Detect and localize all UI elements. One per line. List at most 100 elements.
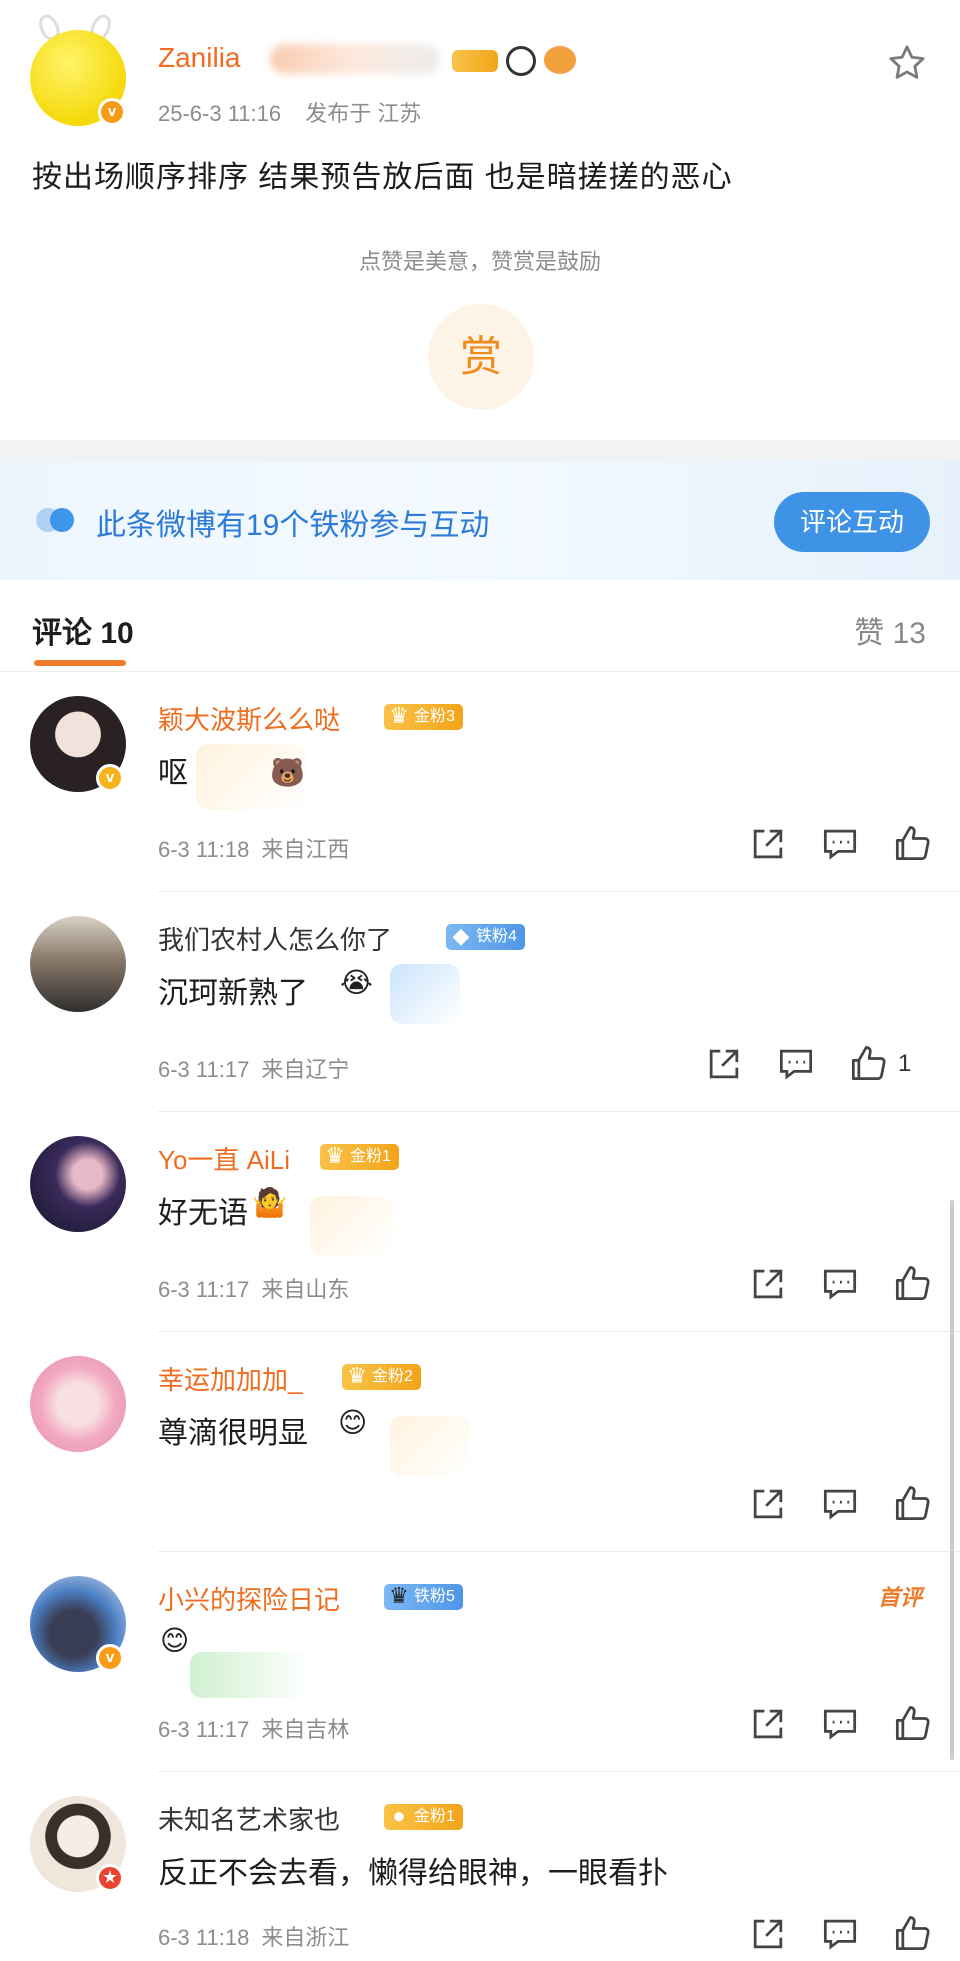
comment-meta: 6-3 11:18 来自浙江 (158, 1920, 361, 1952)
thumbs-up-icon[interactable] (890, 822, 934, 866)
gold-sticker-image (390, 1416, 470, 1476)
share-icon[interactable] (746, 822, 790, 866)
diamond-sticker-image (390, 964, 460, 1024)
fans-banner-text: 此条微博有19个铁粉参与互动 (96, 509, 490, 542)
fans-icon (36, 506, 76, 534)
star-icon[interactable] (886, 42, 928, 84)
reward-tip: 点赞是美意，赞赏是鼓励 (358, 249, 601, 274)
share-icon[interactable] (746, 1912, 790, 1956)
post-timestamp: 25-6-3 11:16 (158, 101, 282, 126)
reward-button[interactable]: 赏 (428, 304, 534, 410)
comment-location: 来自浙江 (261, 1925, 350, 1950)
comment-meta: 6-3 11:17 来自吉林 (158, 1712, 361, 1744)
active-tab-indicator (34, 660, 126, 666)
comment-icon[interactable] (818, 1702, 862, 1746)
fan-badge: ♛ 金粉2 (342, 1363, 421, 1390)
comment-time: 6-3 11:18 (158, 837, 250, 862)
comment-author[interactable]: 颖大波斯么么哒 (158, 700, 340, 737)
verified-icon: v (96, 1644, 124, 1672)
diamond-icon: ◆ (452, 923, 470, 948)
avatar[interactable] (30, 916, 126, 1012)
verified-icon: v (98, 98, 126, 126)
comment-item: ★ 未知名艺术家也 ● 金粉1 反正不会去看，懒得给眼神，一眼看扑 6-3 11:… (0, 1772, 960, 1961)
comment-text: 呕 (158, 757, 188, 790)
bear-sticker-icon: 🐻 (270, 756, 305, 789)
comment-icon[interactable] (774, 1042, 818, 1086)
comment-text: 反正不会去看，懒得给眼神，一眼看扑 (158, 1857, 668, 1890)
smile-emoji-icon: 😊 (160, 1624, 190, 1657)
comment-icon[interactable] (818, 1912, 862, 1956)
fan-badge-label: 金粉3 (414, 708, 455, 725)
fish-icon (544, 46, 576, 74)
comment-author[interactable]: 未知名艺术家也 (158, 1800, 340, 1837)
comment-location: 来自辽宁 (261, 1057, 350, 1082)
fan-badge-label: 金粉1 (414, 1808, 455, 1825)
comment-location: 来自山东 (261, 1277, 350, 1302)
comment-author[interactable]: 我们农村人怎么你了 (158, 920, 392, 957)
avatar[interactable] (30, 1136, 126, 1232)
avatar[interactable] (30, 1356, 126, 1452)
shrug-emoji-icon: 🤷 (252, 1186, 287, 1219)
comment-interact-button[interactable]: 评论互动 (774, 492, 930, 552)
comment-icon[interactable] (818, 822, 862, 866)
comment-location: 来自吉林 (261, 1717, 350, 1742)
thumbs-up-icon[interactable] (890, 1912, 934, 1956)
share-icon[interactable] (746, 1262, 790, 1306)
comment-meta (158, 1492, 182, 1518)
comment-meta: 6-3 11:17 来自山东 (158, 1272, 361, 1304)
first-comment-label: 首评 (877, 1585, 922, 1610)
thumbs-up-icon[interactable] (890, 1262, 934, 1306)
crying-emoji-icon: 😭 (340, 966, 373, 999)
comment-text: 尊滴很明显 (158, 1417, 308, 1450)
crown-icon: ♛ (325, 1143, 345, 1168)
post-body: 按出场顺序排序 结果预告放后面 也是暗搓搓的恶心 (32, 161, 733, 194)
verified-icon: v (96, 764, 124, 792)
fan-badge: ♛ 金粉3 (384, 703, 463, 730)
tab-likes[interactable]: 赞 13 (854, 608, 926, 652)
badge-icon (452, 50, 498, 72)
thumbs-up-icon[interactable] (846, 1042, 890, 1086)
verified-icon: ★ (96, 1864, 124, 1892)
comment-author[interactable]: 小兴的探险日记 (158, 1580, 340, 1617)
comment-actions (746, 1262, 936, 1306)
fan-badge: ◆ 铁粉4 (446, 923, 525, 950)
share-icon[interactable] (746, 1482, 790, 1526)
gold-sticker-image (310, 1196, 392, 1256)
comment-item: v 小兴的探险日记 ♛ 铁粉5 首评 😊 6-3 11:17 来自吉林 (0, 1552, 960, 1772)
comment-author[interactable]: Yo一直 AiLi (158, 1140, 290, 1177)
comment-author[interactable]: 幸运加加加_ (158, 1360, 302, 1397)
post-card: v Zanilia 25-6-3 11:16 发布于 江苏 按出场顺序排序 结果… (0, 0, 960, 440)
comment-icon[interactable] (818, 1262, 862, 1306)
share-icon[interactable] (702, 1042, 746, 1086)
comment-actions: 1 (702, 1042, 914, 1086)
post-meta: 25-6-3 11:16 发布于 江苏 (158, 96, 439, 128)
crown-icon: ♛ (347, 1363, 367, 1388)
comment-item: v 颖大波斯么么哒 ♛ 金粉3 呕 🐻 6-3 11:18 来自江西 (0, 672, 960, 892)
thumbs-up-icon[interactable] (890, 1482, 934, 1526)
thumbs-up-icon[interactable] (890, 1702, 934, 1746)
fan-badge: ● 金粉1 (384, 1803, 463, 1830)
comment-actions (746, 1702, 936, 1746)
tab-comments[interactable]: 评论 10 (32, 608, 134, 652)
comment-location: 来自江西 (261, 837, 350, 862)
comment-text: 沉珂新熟了 (158, 977, 308, 1010)
comment-icon[interactable] (818, 1482, 862, 1526)
fan-badge-label: 铁粉5 (414, 1588, 455, 1605)
fan-badge-label: 铁粉4 (476, 928, 517, 945)
fan-badge-label: 金粉2 (372, 1368, 413, 1385)
crown-icon: ♛ (389, 703, 409, 728)
comment-actions (746, 822, 936, 866)
comment-item: 幸运加加加_ ♛ 金粉2 尊滴很明显 😊 (0, 1332, 960, 1552)
post-author-name[interactable]: Zanilia (158, 42, 240, 74)
comment-time: 6-3 11:17 (158, 1277, 250, 1302)
smile-emoji-icon: 😊 (338, 1406, 368, 1439)
comment-time: 6-3 11:17 (158, 1717, 250, 1742)
section-separator (0, 440, 960, 462)
share-icon[interactable] (746, 1702, 790, 1746)
panda-icon (506, 46, 536, 76)
comment-text: 好无语 (158, 1197, 248, 1230)
fan-badge: ♛ 金粉1 (320, 1143, 399, 1170)
scrollbar[interactable] (950, 1200, 954, 1760)
comment-meta: 6-3 11:18 来自江西 (158, 832, 361, 864)
blurred-name-region (270, 44, 440, 74)
